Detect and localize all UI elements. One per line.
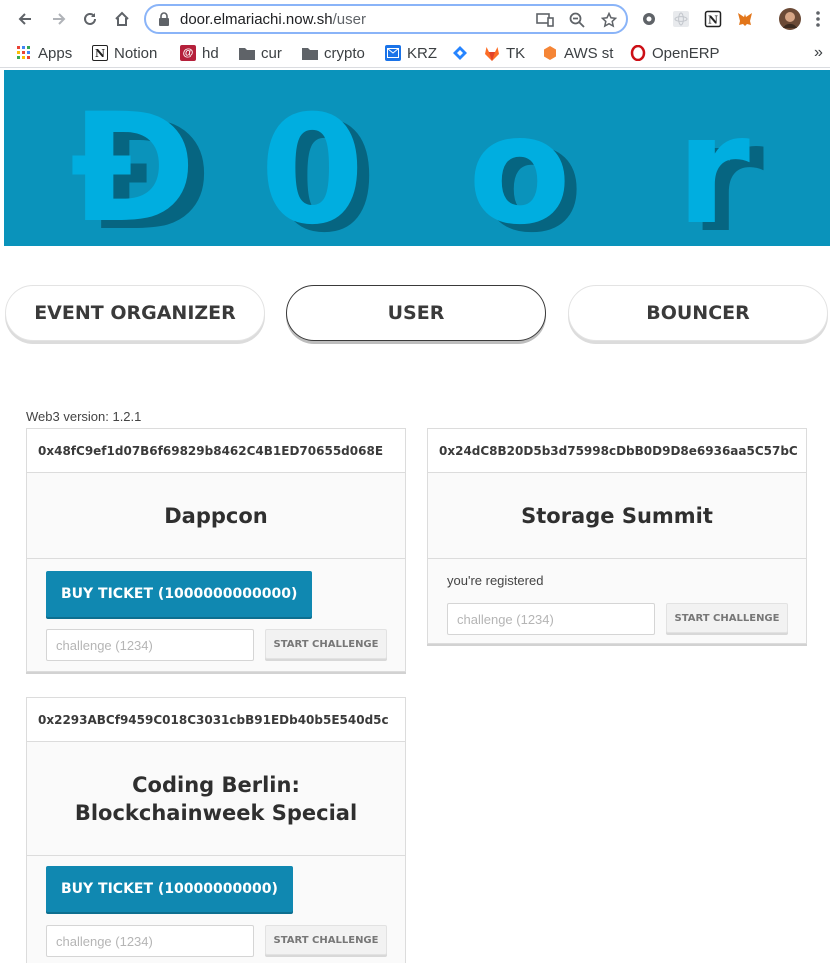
bookmark-label: Apps — [38, 44, 73, 62]
event-address: 0x48fC9ef1d07B6f69829b8462C4B1ED70655d06… — [27, 429, 405, 473]
profile-avatar[interactable] — [778, 7, 802, 31]
extension-metamask-icon[interactable] — [735, 9, 755, 29]
install-app-icon[interactable] — [536, 11, 554, 29]
event-address: 0x2293ABCf9459C018C3031cbB91EDb40b5E540d… — [27, 698, 405, 742]
buy-ticket-button[interactable]: BUY TICKET (1000000000000) — [46, 571, 313, 617]
challenge-input[interactable]: challenge (1234) — [46, 925, 254, 957]
bookmark-diamond[interactable] — [452, 42, 474, 64]
browser-toolbar: door.elmariachi.now.sh/user N — [0, 0, 830, 38]
web3-version: Web3 version: 1.2.1 — [26, 409, 142, 424]
bookmark-label: TK — [506, 44, 526, 62]
svg-text:N: N — [708, 14, 718, 27]
forward-arrow-icon — [53, 13, 66, 25]
aws-icon — [542, 45, 558, 61]
bookmark-label: crypto — [324, 44, 365, 62]
event-actions: BUY TICKET (1000000000000) challenge (12… — [27, 559, 405, 671]
buy-ticket-button[interactable]: BUY TICKET (10000000000) — [46, 866, 293, 912]
bookmark-label: Notion — [114, 44, 158, 62]
challenge-input[interactable]: challenge (1234) — [46, 629, 254, 661]
reload-button[interactable] — [78, 7, 102, 31]
extension-react-icon[interactable] — [671, 9, 691, 29]
event-actions: you're registered challenge (1234) START… — [428, 559, 806, 643]
folder-icon — [302, 45, 318, 61]
home-icon — [115, 11, 129, 26]
logo-letter-1: Đ — [70, 82, 196, 246]
registered-status: you're registered — [447, 573, 544, 588]
event-address: 0x24dC8B20D5b3d75998cDbB0D9D8e6936aa5C57… — [428, 429, 806, 473]
bookmark-openerp[interactable]: OpenERP — [630, 42, 720, 64]
event-actions: BUY TICKET (10000000000) challenge (1234… — [27, 856, 405, 963]
bookmark-hd[interactable]: @ hd — [180, 42, 219, 64]
back-button[interactable] — [13, 7, 37, 31]
hero-banner: Đ 0 o r Đ 0 o r — [4, 70, 830, 246]
menu-kebab-icon[interactable] — [812, 9, 824, 29]
overflow-chevron-icon: » — [814, 44, 823, 61]
tab-event-organizer[interactable]: EVENT ORGANIZER — [5, 285, 265, 341]
bookmark-label: AWS st — [564, 44, 614, 62]
bookmark-apps[interactable]: Apps — [16, 42, 72, 64]
opera-icon — [630, 45, 646, 61]
start-challenge-button[interactable]: START CHALLENGE — [666, 603, 788, 633]
diamond-icon — [452, 45, 468, 61]
bookmark-cur[interactable]: cur — [239, 42, 282, 64]
start-challenge-button[interactable]: START CHALLENGE — [265, 925, 387, 955]
bookmark-aws[interactable]: AWS st — [542, 42, 613, 64]
event-card: 0x2293ABCf9459C018C3031cbB91EDb40b5E540d… — [26, 697, 406, 963]
back-arrow-icon — [18, 13, 31, 25]
bookmarks-bar: Apps N Notion @ hd cur crypto KRZ TK AWS… — [0, 38, 830, 68]
zoom-icon[interactable] — [568, 11, 586, 29]
page: Đ 0 o r Đ 0 o r EVENT ORGANIZER USER BOU… — [0, 69, 830, 963]
event-title-line: Coding Berlin: — [132, 772, 300, 797]
notion-icon: N — [92, 45, 108, 61]
mail-icon — [385, 45, 401, 61]
event-card: 0x24dC8B20D5b3d75998cDbB0D9D8e6936aa5C57… — [427, 428, 807, 644]
hd-icon: @ — [180, 45, 196, 61]
door-logo: Đ 0 o r Đ 0 o r — [70, 82, 764, 246]
url-host: door.elmariachi.now.sh — [180, 11, 333, 28]
event-title: Coding Berlin: Blockchainweek Special — [27, 742, 405, 856]
challenge-input[interactable]: challenge (1234) — [447, 603, 655, 635]
bookmarks-overflow-button[interactable]: » — [814, 42, 823, 64]
home-button[interactable] — [110, 7, 134, 31]
reload-icon — [84, 12, 96, 25]
address-bar[interactable]: door.elmariachi.now.sh/user — [144, 4, 628, 34]
bookmark-label: KRZ — [407, 44, 437, 62]
bookmark-crypto[interactable]: crypto — [302, 42, 365, 64]
forward-button[interactable] — [47, 7, 71, 31]
event-title: Storage Summit — [428, 473, 806, 559]
logo-letter-4: r — [676, 84, 750, 246]
tab-bouncer[interactable]: BOUNCER — [568, 285, 828, 341]
bookmark-label: cur — [261, 44, 282, 62]
bookmark-label: hd — [202, 44, 219, 62]
event-title-line: Blockchainweek Special — [74, 800, 358, 825]
tab-user[interactable]: USER — [286, 285, 546, 341]
extension-notion-icon[interactable]: N — [703, 9, 723, 29]
lock-icon — [159, 12, 169, 26]
gitlab-icon — [484, 45, 500, 61]
apps-grid-icon — [16, 45, 32, 61]
bookmark-tk[interactable]: TK — [484, 42, 525, 64]
folder-icon — [239, 45, 255, 61]
start-challenge-button[interactable]: START CHALLENGE — [265, 629, 387, 659]
bookmark-notion[interactable]: N Notion — [92, 42, 157, 64]
bookmark-label: OpenERP — [652, 44, 720, 62]
bookmark-star-icon[interactable] — [600, 11, 618, 29]
event-card: 0x48fC9ef1d07B6f69829b8462C4B1ED70655d06… — [26, 428, 406, 672]
url-path: /user — [332, 11, 366, 28]
url-text: door.elmariachi.now.sh/user — [180, 11, 366, 28]
logo-letter-2: 0 — [260, 84, 364, 246]
logo-letter-3: o — [468, 84, 571, 246]
event-title: Dappcon — [27, 473, 405, 559]
bookmark-krz[interactable]: KRZ — [385, 42, 437, 64]
extension-gear-icon[interactable] — [639, 9, 659, 29]
